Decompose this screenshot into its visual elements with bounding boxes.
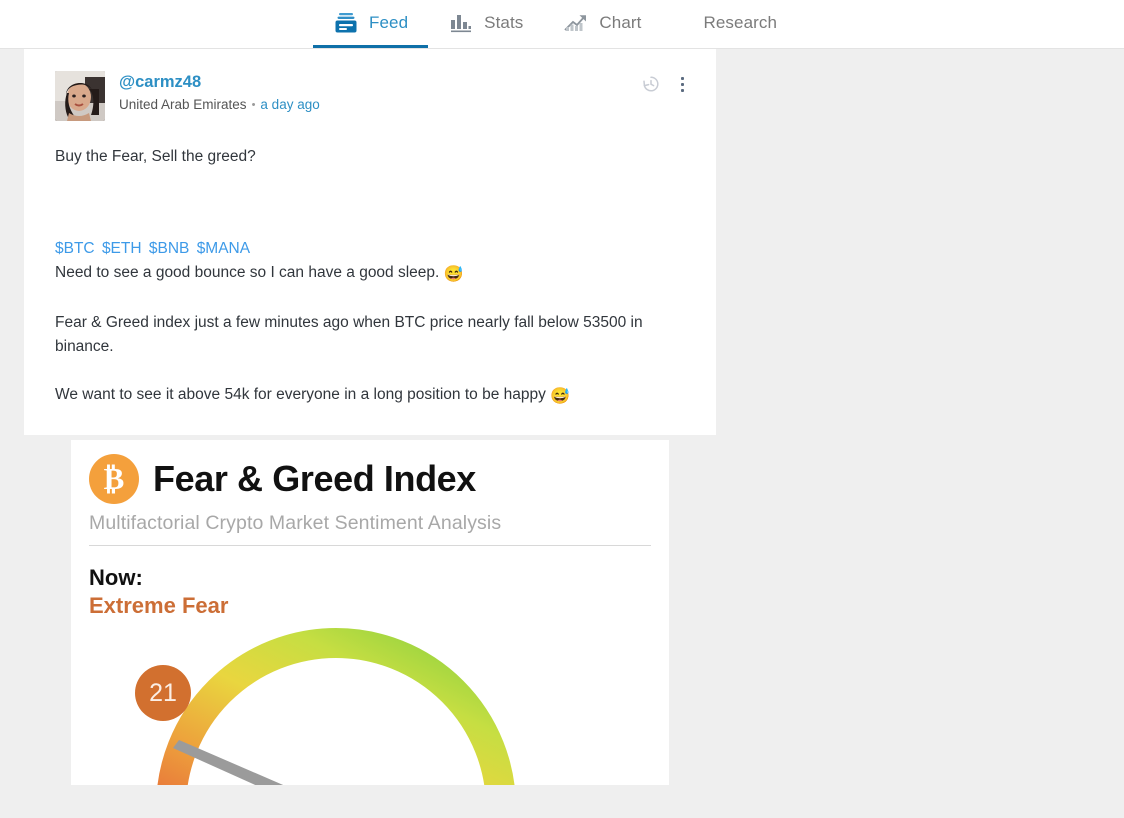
sweat-smile-emoji-2: 😅 [550,388,571,405]
history-clock-icon[interactable] [640,73,662,95]
post-meta: United Arab Emirates • a day ago [119,97,320,114]
post-header: @carmz48 United Arab Emirates • a day ago [55,71,690,121]
meta-separator: • [251,99,256,111]
gauge-value-badge: 21 [135,665,191,721]
cashtag-list: $BTC $ETH $BNB $MANA [55,237,690,261]
tab-stats-label: Stats [484,12,524,32]
post-line-1: Buy the Fear, Sell the greed? [55,148,256,165]
post-timestamp[interactable]: a day ago [260,97,319,112]
tab-chart[interactable]: Chart [543,0,661,48]
tab-research[interactable]: Research [661,0,797,48]
tab-stats[interactable]: Stats [428,0,543,48]
more-options-kebab-icon[interactable] [674,74,690,94]
feed-tray-icon [333,11,359,35]
tab-feed-label: Feed [369,12,409,32]
fgi-now-label: Now: [89,565,143,590]
bar-chart-icon [448,11,474,35]
cashtag-btc[interactable]: $BTC [55,240,95,257]
cashtag-bnb[interactable]: $BNB [149,240,190,257]
tab-research-label: Research [703,12,778,32]
fgi-header: ₿ Fear & Greed Index [89,454,651,504]
author-info: @carmz48 United Arab Emirates • a day ago [119,71,320,114]
author-handle[interactable]: @carmz48 [119,72,201,92]
fear-greed-index-graphic: ₿ Fear & Greed Index Multifactorial Cryp… [71,440,669,785]
post-line-2: Need to see a good bounce so I can have … [55,264,440,281]
post-line-4-wrap: We want to see it above 54k for everyone… [55,383,690,409]
fgi-subtitle: Multifactorial Crypto Market Sentiment A… [89,512,651,546]
avatar[interactable] [55,71,105,121]
sweat-smile-emoji: 😅 [443,266,464,283]
post-line-3: Fear & Greed index just a few minutes ag… [55,314,643,355]
post-actions [640,73,690,95]
trend-up-icon [563,11,589,35]
top-navigation-bar: Feed Stats Chart Research [0,0,1124,49]
bitcoin-logo-icon: ₿ [89,454,139,504]
fgi-gauge: 21 [71,612,669,785]
post-line-4: We want to see it above 54k for everyone… [55,386,546,403]
tab-chart-label: Chart [599,12,642,32]
post-card: @carmz48 United Arab Emirates • a day ago [24,49,716,435]
cashtag-mana[interactable]: $MANA [197,240,250,257]
feed-column: @carmz48 United Arab Emirates • a day ago [24,49,716,785]
post-attachment-image[interactable]: ₿ Fear & Greed Index Multifactorial Cryp… [71,440,669,785]
author-location: United Arab Emirates [119,97,247,112]
fgi-title: Fear & Greed Index [153,458,476,499]
post-spacer [55,169,690,237]
post-line-2-wrap: Need to see a good bounce so I can have … [55,261,690,287]
tab-feed[interactable]: Feed [313,0,429,48]
tab-list: Feed Stats Chart Research [313,0,797,49]
post-body: Buy the Fear, Sell the greed? $BTC $ETH … [55,145,690,409]
cashtag-eth[interactable]: $ETH [102,240,142,257]
